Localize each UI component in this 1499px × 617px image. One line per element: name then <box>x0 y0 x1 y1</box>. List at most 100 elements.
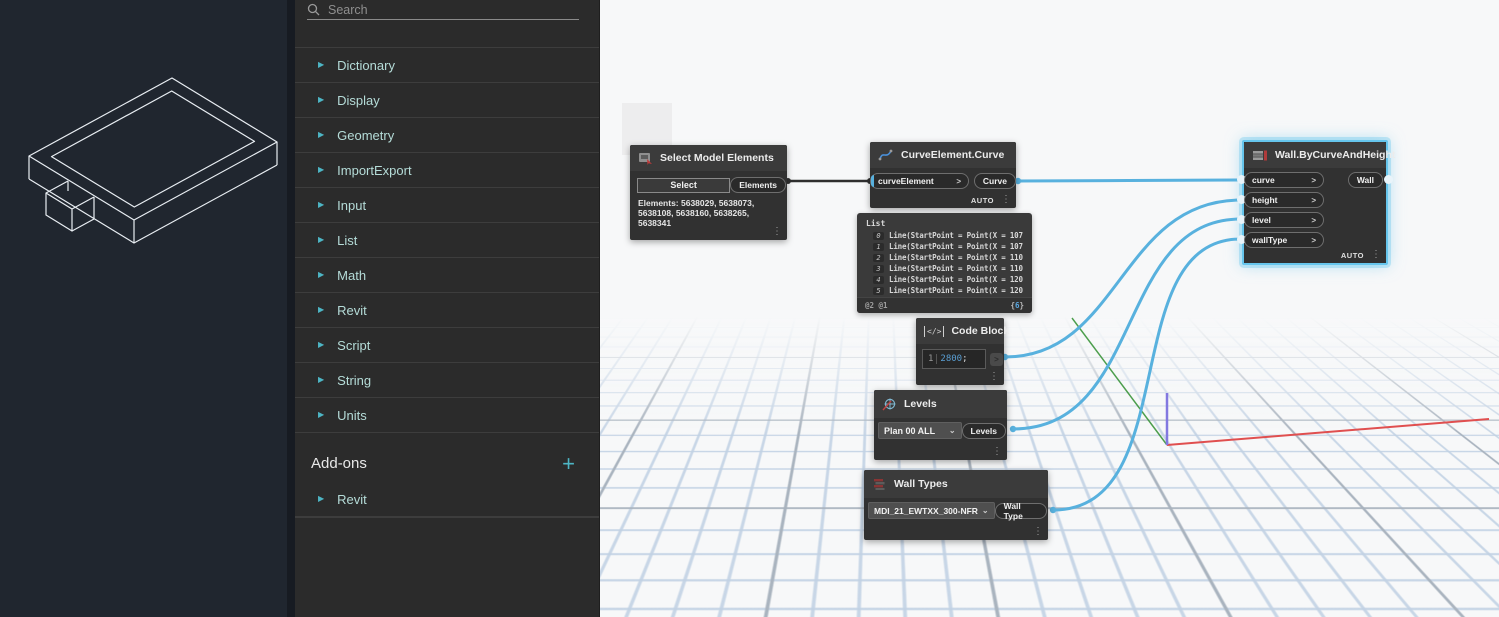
node-header[interactable]: CurveElement.Curve <box>870 142 1016 168</box>
wires-layer <box>785 176 1490 514</box>
lacing-label[interactable]: AUTO <box>1341 251 1364 260</box>
chevron-icon: > <box>1311 175 1316 185</box>
add-package-button[interactable]: + <box>562 452 575 474</box>
expand-arrow-icon: ▶ <box>318 130 325 139</box>
sidebar-item-addons-revit[interactable]: ▶ Revit <box>295 482 599 517</box>
list-item-text: Line(StartPoint = Point(X = 120 <box>889 275 1023 284</box>
code-editor[interactable]: 1 2800; <box>922 349 986 369</box>
sidebar-item-string[interactable]: ▶ String <box>295 363 599 398</box>
background-3d-preview[interactable] <box>0 0 295 617</box>
input-port-walltype[interactable]: wallType > <box>1244 232 1324 248</box>
sidebar-item-input[interactable]: ▶ Input <box>295 188 599 223</box>
node-title: CurveElement.Curve <box>901 149 1005 161</box>
node-header[interactable]: Select Model Elements <box>630 145 787 171</box>
preview-list-header: List <box>866 219 886 228</box>
list-level-controls[interactable]: @2 @1 <box>865 301 888 310</box>
data-preview-bubble[interactable]: List 0 Line(StartPoint = Point(X = 107 1… <box>857 213 1032 313</box>
expand-arrow-icon: ▶ <box>318 95 325 104</box>
node-title: Wall Types <box>894 478 948 490</box>
selected-elements-text: Elements: 5638029, 5638073, 5638108, 563… <box>638 198 755 228</box>
expand-arrow-icon: ▶ <box>318 165 325 174</box>
list-item: 3 Line(StartPoint = Point(X = 110 <box>857 263 1032 274</box>
panel-divider <box>287 0 295 617</box>
sidebar-item-dictionary[interactable]: ▶ Dictionary <box>295 48 599 83</box>
lacing-label[interactable]: AUTO <box>971 196 994 205</box>
output-port-wall[interactable]: Wall <box>1347 172 1383 188</box>
input-port-curve[interactable]: curve > <box>1244 172 1324 188</box>
port-label: wallType <box>1252 235 1288 245</box>
expand-arrow-icon: ▶ <box>318 494 325 503</box>
list-item-text: Line(StartPoint = Point(X = 107 <box>889 242 1023 251</box>
list-item: 5 Line(StartPoint = Point(X = 120 <box>857 285 1032 296</box>
port-label: curveElement <box>878 176 934 186</box>
list-item-text: Line(StartPoint = Point(X = 107 <box>889 231 1023 240</box>
list-item: 1 Line(StartPoint = Point(X = 107 <box>857 241 1032 252</box>
wire-height[interactable] <box>1004 198 1242 359</box>
list-index-badge: 0 <box>873 231 884 240</box>
output-port-curve[interactable]: Curve <box>973 173 1016 189</box>
node-options-icon[interactable]: ⋮ <box>1001 195 1011 205</box>
y-axis <box>1071 317 1168 446</box>
sidebar-item-label: Revit <box>337 302 367 318</box>
output-port-levels[interactable]: Levels <box>961 422 1006 439</box>
node-header[interactable]: Levels <box>874 390 1007 418</box>
expand-arrow-icon: ▶ <box>318 340 325 349</box>
sidebar-item-script[interactable]: ▶ Script <box>295 328 599 363</box>
output-port-codeblock[interactable]: > <box>990 352 1003 366</box>
sidebar-item-math[interactable]: ▶ Math <box>295 258 599 293</box>
sidebar-item-display[interactable]: ▶ Display <box>295 83 599 118</box>
wire-curve[interactable] <box>1017 178 1242 183</box>
node-header[interactable]: </> Code Block <box>916 318 1009 344</box>
list-index-badge: 5 <box>873 286 884 295</box>
chevron-icon: > <box>1311 215 1316 225</box>
select-model-elements-icon <box>638 151 653 166</box>
workspace-canvas[interactable]: Select Model Elements Select Elements El… <box>600 0 1499 617</box>
port-label: height <box>1252 195 1278 205</box>
wire-walltype[interactable] <box>1052 237 1242 512</box>
wall-wireframe-geometry <box>28 77 278 244</box>
expand-arrow-icon: ▶ <box>318 375 325 384</box>
wall-types-icon <box>872 477 887 491</box>
sidebar-item-revit[interactable]: ▶ Revit <box>295 293 599 328</box>
search-input[interactable] <box>328 2 528 17</box>
output-port-elements[interactable]: Elements <box>730 177 786 193</box>
sidebar-item-label: Script <box>337 337 371 353</box>
input-port-height[interactable]: height > <box>1244 192 1324 208</box>
sidebar-item-importexport[interactable]: ▶ ImportExport <box>295 153 599 188</box>
node-header[interactable]: Wall Types <box>864 470 1048 498</box>
list-index-badge: 3 <box>873 264 884 273</box>
node-options-icon[interactable]: ⋮ <box>1371 250 1381 260</box>
port-label: level <box>1252 215 1271 225</box>
node-options-icon[interactable]: ⋮ <box>992 447 1002 457</box>
node-header[interactable]: Wall.ByCurveAndHeight <box>1244 142 1395 168</box>
search-icon <box>307 3 320 16</box>
list-item: 4 Line(StartPoint = Point(X = 120 <box>857 274 1032 285</box>
expand-arrow-icon: ▶ <box>318 410 325 419</box>
wire-level[interactable] <box>1012 217 1242 431</box>
sidebar-item-list[interactable]: ▶ List <box>295 223 599 258</box>
list-index-badge: 1 <box>873 242 884 251</box>
wall-type-dropdown[interactable]: MDI_21_EWTXX_300-NFR ⌄ <box>868 502 995 519</box>
input-port-curveelement[interactable]: curveElement > <box>870 173 969 189</box>
input-port-level[interactable]: level > <box>1244 212 1324 228</box>
select-button[interactable]: Select <box>637 177 731 193</box>
list-item-text: Line(StartPoint = Point(X = 110 <box>889 264 1023 273</box>
chevron-icon: > <box>1311 235 1316 245</box>
list-count: {6} <box>1010 301 1024 310</box>
wall-bycurveandheight-icon <box>1252 149 1268 162</box>
node-options-icon[interactable]: ⋮ <box>989 372 999 382</box>
dynamo-app: ▶ Dictionary ▶ Display ▶ Geometry ▶ Impo… <box>0 0 1499 617</box>
sidebar-item-geometry[interactable]: ▶ Geometry <box>295 118 599 153</box>
levels-dropdown[interactable]: Plan 00 ALL ⌄ <box>878 422 962 439</box>
expand-arrow-icon: ▶ <box>318 200 325 209</box>
sidebar-item-label: String <box>337 372 372 388</box>
output-port-walltype[interactable]: Wall Type <box>994 501 1047 521</box>
node-curveelement-curve: CurveElement.Curve curveElement > Curve … <box>870 142 1016 208</box>
library-search <box>307 0 579 20</box>
node-options-icon[interactable]: ⋮ <box>772 227 782 237</box>
sidebar-item-label: Revit <box>337 491 367 507</box>
sidebar-item-units[interactable]: ▶ Units <box>295 398 599 433</box>
node-options-icon[interactable]: ⋮ <box>1033 527 1043 537</box>
line-number: 1 <box>923 354 938 364</box>
sidebar-item-label: List <box>337 232 358 248</box>
